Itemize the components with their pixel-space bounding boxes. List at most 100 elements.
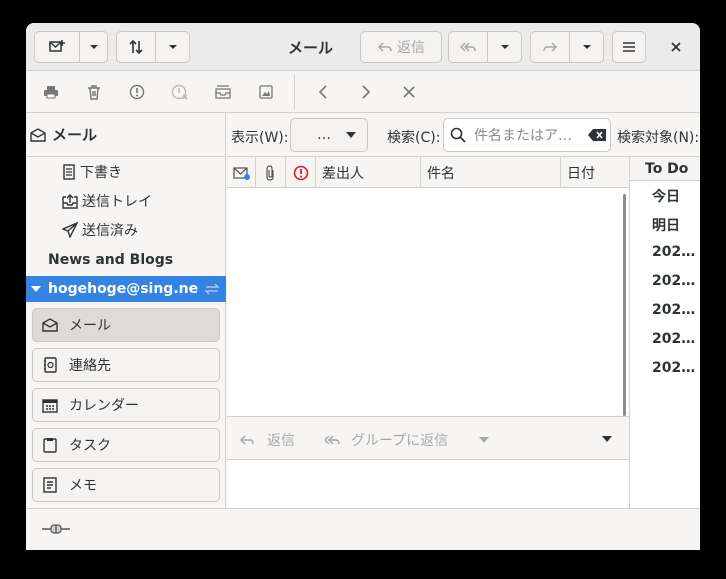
preview-toolbar: 返信 グループに返信 — [227, 416, 629, 460]
reply-all-icon — [323, 432, 341, 448]
not-junk-button[interactable] — [169, 81, 191, 103]
message-preview[interactable] — [227, 460, 629, 508]
todo-item[interactable]: 明日 — [652, 215, 680, 235]
sync-icon — [204, 282, 220, 296]
forward-button[interactable] — [530, 31, 570, 63]
preview-reply-button[interactable]: 返信 — [239, 430, 295, 450]
preview-more-dropdown[interactable] — [601, 433, 613, 445]
nav-label: メモ — [69, 478, 97, 494]
toolbar-separator — [294, 75, 295, 109]
chevron-down-icon — [581, 41, 593, 53]
chevron-down-icon — [499, 41, 511, 53]
trash-icon — [86, 84, 102, 100]
preview-reply-group-label: グループに返信 — [351, 433, 449, 449]
filter-bar: 表示(W): … 検索(C): 件名またはア… 検索対象(N): — [227, 113, 700, 157]
paperclip-icon — [264, 164, 276, 181]
chevron-down-icon — [345, 129, 357, 141]
menu-button[interactable] — [612, 31, 646, 63]
chevron-down-icon — [167, 41, 179, 53]
folder-outbox[interactable]: 送信トレイ — [62, 188, 152, 214]
online-status-button[interactable] — [42, 523, 70, 535]
column-label: 差出人 — [322, 165, 364, 182]
todo-item[interactable]: 202… — [652, 244, 695, 260]
reply-button[interactable]: 返信 — [360, 31, 442, 63]
todo-item[interactable]: 202… — [652, 360, 695, 376]
close-button[interactable] — [664, 35, 688, 59]
image-button[interactable] — [255, 81, 277, 103]
column-status[interactable] — [227, 157, 256, 188]
tasks-icon — [41, 437, 59, 453]
sent-icon — [62, 222, 78, 238]
message-list-scrollbar[interactable] — [623, 194, 626, 416]
new-mail-button[interactable] — [34, 31, 80, 63]
print-icon — [43, 84, 59, 100]
drafts-icon — [62, 164, 76, 180]
nav-memo-button[interactable]: メモ — [32, 468, 220, 502]
memo-icon — [41, 477, 59, 493]
todo-item[interactable]: 202… — [652, 273, 695, 289]
folder-label: 下書き — [80, 165, 122, 181]
send-receive-button[interactable] — [116, 31, 156, 63]
folder-sent[interactable]: 送信済み — [62, 217, 138, 243]
chevron-left-icon — [317, 84, 329, 100]
send-receive-dropdown[interactable] — [156, 31, 190, 63]
calendar-icon — [41, 397, 59, 413]
search-input[interactable]: 件名またはア… — [443, 118, 611, 152]
view-label: 表示(W): — [231, 130, 289, 146]
account-label: News and Blogs — [48, 252, 174, 268]
archive-button[interactable] — [212, 81, 234, 103]
column-importance[interactable] — [286, 157, 316, 188]
reply-label: 返信 — [397, 40, 425, 56]
column-attachment[interactable] — [256, 157, 286, 188]
archive-icon — [215, 84, 231, 100]
nav-contacts-button[interactable]: 連絡先 — [32, 348, 220, 382]
todo-heading: To Do — [630, 157, 700, 181]
todo-item[interactable]: 202… — [652, 331, 695, 347]
stop-button[interactable] — [398, 81, 420, 103]
mail-icon — [41, 317, 59, 333]
forward-dropdown[interactable] — [570, 31, 604, 63]
nav-calendar-button[interactable]: カレンダー — [32, 388, 220, 422]
message-list[interactable] — [227, 188, 629, 416]
folder-label: 送信済み — [82, 223, 138, 239]
view-select[interactable]: … — [290, 118, 368, 152]
todo-item[interactable]: 今日 — [652, 186, 680, 206]
search-scope-label: 検索対象(N): — [617, 130, 700, 146]
reply-all-dropdown[interactable] — [488, 31, 522, 63]
reply-icon — [377, 39, 393, 55]
header-bar: メール 返信 — [26, 23, 700, 71]
junk-button[interactable] — [126, 81, 148, 103]
new-dropdown-button[interactable] — [80, 31, 108, 63]
column-subject[interactable]: 件名 — [421, 157, 561, 188]
delete-button[interactable] — [83, 81, 105, 103]
previous-button[interactable] — [312, 81, 334, 103]
account-news-and-blogs[interactable]: News and Blogs — [26, 247, 226, 273]
todo-item[interactable]: 202… — [652, 302, 695, 318]
clear-icon[interactable] — [588, 129, 606, 141]
close-icon — [402, 85, 416, 99]
close-icon — [670, 41, 682, 53]
chevron-down-icon — [88, 41, 100, 53]
account-label: hogehoge@sing.ne… — [48, 281, 198, 297]
folder-drafts[interactable]: 下書き — [62, 159, 122, 185]
nav-label: カレンダー — [69, 398, 139, 414]
nav-tasks-button[interactable]: タスク — [32, 428, 220, 462]
evolution-window: メール 返信 メール 下書き 送信トレイ 送信済み News and Blogs… — [26, 23, 700, 550]
print-button[interactable] — [40, 81, 62, 103]
preview-reply-group-button[interactable]: グループに返信 — [323, 430, 490, 450]
reply-all-icon — [459, 39, 477, 55]
search-placeholder: 件名またはア… — [474, 128, 572, 144]
sidebar-heading: メール — [26, 113, 226, 157]
column-date[interactable]: 日付 — [561, 157, 629, 188]
column-sender[interactable]: 差出人 — [316, 157, 421, 188]
network-connected-icon — [42, 523, 70, 535]
message-list-header: 差出人 件名 日付 — [227, 157, 629, 188]
next-button[interactable] — [355, 81, 377, 103]
junk-icon — [129, 84, 145, 100]
chevron-down-icon — [601, 433, 613, 445]
nav-mail-button[interactable]: メール — [32, 308, 220, 342]
folder-label: 送信トレイ — [82, 194, 152, 210]
reply-all-button[interactable] — [448, 31, 488, 63]
sidebar-heading-label: メール — [52, 126, 98, 144]
account-hogehoge[interactable]: hogehoge@sing.ne… — [26, 276, 226, 302]
